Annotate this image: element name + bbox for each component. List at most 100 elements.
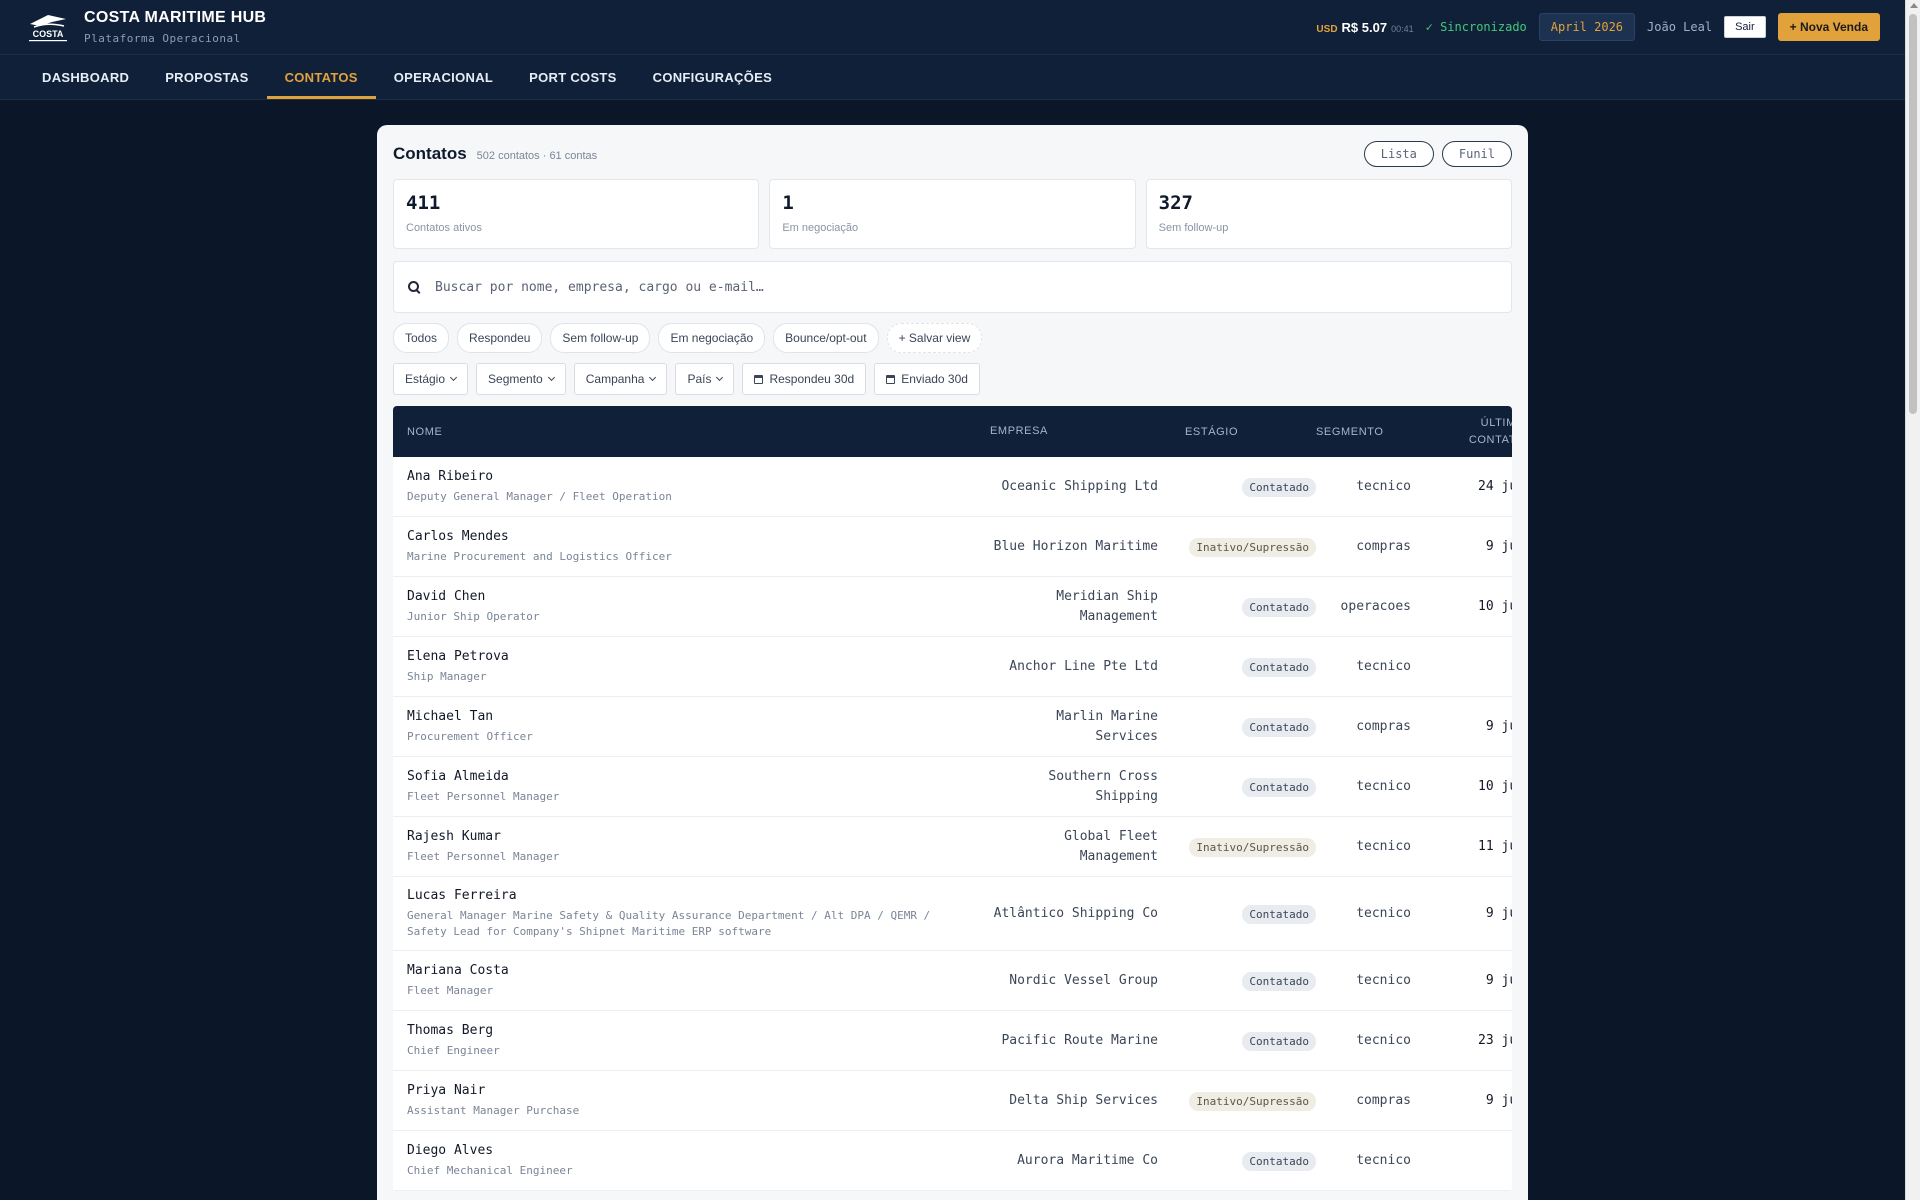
contact-segment: compras bbox=[1356, 539, 1411, 554]
stage-badge: Contatado bbox=[1242, 778, 1316, 797]
chip-em-negociacao[interactable]: Em negociação bbox=[658, 323, 766, 353]
contact-name[interactable]: Carlos Mendes bbox=[407, 529, 990, 544]
contact-company: Anchor Line Pte Ltd bbox=[1009, 658, 1158, 674]
contact-company: Delta Ship Services bbox=[1009, 1092, 1158, 1108]
stage-badge: Inativo/Supressão bbox=[1189, 538, 1316, 557]
column-header-stage[interactable]: ESTÁGIO bbox=[1158, 426, 1316, 438]
logout-button[interactable]: Sair bbox=[1724, 16, 1766, 38]
search-input[interactable] bbox=[435, 279, 1497, 295]
contact-name[interactable]: Lucas Ferreira bbox=[407, 888, 990, 903]
contact-name[interactable]: Sofia Almeida bbox=[407, 769, 990, 784]
filter-dropdowns: Estágio Segmento Campanha País Respondeu… bbox=[393, 363, 1512, 395]
contact-cell: Ana Ribeiro Deputy General Manager / Flee… bbox=[407, 469, 990, 505]
column-header-segment[interactable]: SEGMENTO bbox=[1316, 426, 1413, 438]
stat-in-negotiation: 1 Em negociação bbox=[769, 179, 1136, 249]
list-view-button[interactable]: Lista bbox=[1363, 141, 1434, 167]
table-row[interactable]: Diego Alves Chief Mechanical Engineer Auro… bbox=[393, 1131, 1512, 1191]
filter-respondeu-30d[interactable]: Respondeu 30d bbox=[742, 363, 867, 395]
table-row[interactable]: Lucas Ferreira General Manager Marine Saf… bbox=[393, 877, 1512, 951]
company-logo[interactable]: COSTA bbox=[26, 10, 70, 44]
new-sale-button[interactable]: + Nova Venda bbox=[1777, 13, 1880, 41]
contact-name[interactable]: Priya Nair bbox=[407, 1083, 990, 1098]
nav-configuracoes[interactable]: CONFIGURAÇÕES bbox=[635, 55, 790, 99]
last-contact: 9 jun bbox=[1485, 973, 1512, 988]
chip-sem-follow-up[interactable]: Sem follow-up bbox=[550, 323, 651, 353]
nav-port-costs[interactable]: PORT COSTS bbox=[511, 55, 635, 99]
table-row[interactable]: Mariana Costa Fleet Manager Nordic Vessel … bbox=[393, 951, 1512, 1011]
filter-enviado-30d[interactable]: Enviado 30d bbox=[874, 363, 980, 395]
chip-todos[interactable]: Todos bbox=[393, 323, 450, 353]
nav-propostas[interactable]: PROPOSTAS bbox=[147, 55, 266, 99]
contact-segment: operacoes bbox=[1340, 599, 1411, 614]
contact-cell: Mariana Costa Fleet Manager bbox=[407, 963, 990, 999]
stage-cell: Contatado bbox=[1158, 596, 1316, 617]
filter-label: Respondeu 30d bbox=[769, 372, 855, 386]
contact-company: Global Fleet Management bbox=[1064, 828, 1158, 864]
contact-role: Deputy General Manager / Fleet Operation bbox=[407, 489, 672, 503]
contact-cell: David Chen Junior Ship Operator bbox=[407, 589, 990, 625]
table-row[interactable]: Rajesh Kumar Fleet Personnel Manager Globa… bbox=[393, 817, 1512, 877]
contact-segment: tecnico bbox=[1356, 1033, 1411, 1048]
contact-name[interactable]: Thomas Berg bbox=[407, 1023, 990, 1038]
page-scrollbar[interactable] bbox=[1905, 0, 1920, 1200]
table-row[interactable]: Priya Nair Assistant Manager Purchase Delt… bbox=[393, 1071, 1512, 1131]
contact-name[interactable]: Elena Petrova bbox=[407, 649, 990, 664]
filter-label: Segmento bbox=[488, 372, 543, 386]
contact-role: Junior Ship Operator bbox=[407, 609, 540, 623]
chip-bounce-opt-out[interactable]: Bounce/opt-out bbox=[773, 323, 879, 353]
contact-name[interactable]: Michael Tan bbox=[407, 709, 990, 724]
table-row[interactable]: Michael Tan Procurement Officer Marlin Mar… bbox=[393, 697, 1512, 757]
filter-pais[interactable]: País bbox=[675, 363, 735, 395]
column-header-last-contact[interactable]: ÚLTIMO CONTATO bbox=[1413, 415, 1512, 449]
calendar-icon bbox=[754, 374, 764, 384]
contact-name[interactable]: Ana Ribeiro bbox=[407, 469, 990, 484]
page-title: Contatos bbox=[393, 144, 467, 163]
table-header: NOME EMPRESA ESTÁGIO SEGMENTO ÚLTIMO CONT… bbox=[393, 406, 1512, 457]
funnel-view-button[interactable]: Funil bbox=[1441, 141, 1512, 167]
nav-operacional[interactable]: OPERACIONAL bbox=[376, 55, 511, 99]
table-row[interactable]: Carlos Mendes Marine Procurement and Logi… bbox=[393, 517, 1512, 577]
filter-estagio[interactable]: Estágio bbox=[393, 363, 469, 395]
stage-badge: Contatado bbox=[1242, 1032, 1316, 1051]
stage-cell: Contatado bbox=[1158, 776, 1316, 797]
contact-segment: compras bbox=[1356, 719, 1411, 734]
contact-segment: tecnico bbox=[1356, 906, 1411, 921]
contact-cell: Michael Tan Procurement Officer bbox=[407, 709, 990, 745]
contact-name[interactable]: Rajesh Kumar bbox=[407, 829, 990, 844]
month-selector[interactable]: April 2026 bbox=[1538, 13, 1636, 41]
contact-company: Nordic Vessel Group bbox=[1009, 972, 1158, 988]
table-row[interactable]: Thomas Berg Chief Engineer Pacific Route M… bbox=[393, 1011, 1512, 1071]
stat-active-contacts: 411 Contatos ativos bbox=[393, 179, 760, 249]
stat-value: 411 bbox=[406, 192, 441, 214]
nav-contatos[interactable]: CONTATOS bbox=[266, 55, 376, 99]
last-contact: 10 jun bbox=[1478, 779, 1512, 794]
filter-label: País bbox=[687, 372, 712, 386]
contact-name[interactable]: David Chen bbox=[407, 589, 990, 604]
column-header-name[interactable]: NOME bbox=[407, 426, 990, 438]
table-row[interactable]: Ana Ribeiro Deputy General Manager / Flee… bbox=[393, 457, 1512, 517]
scroll-thumb[interactable] bbox=[1909, 14, 1917, 414]
table-row[interactable]: Elena Petrova Ship Manager Anchor Line Pte… bbox=[393, 637, 1512, 697]
stat-no-follow-up: 327 Sem follow-up bbox=[1145, 179, 1512, 249]
contact-name[interactable]: Mariana Costa bbox=[407, 963, 990, 978]
table-row[interactable]: David Chen Junior Ship Operator Meridian S… bbox=[393, 577, 1512, 637]
sync-status: ✓ Sincronizado bbox=[1425, 20, 1527, 34]
last-contact: 9 jun bbox=[1485, 719, 1512, 734]
column-header-company[interactable]: EMPRESA bbox=[990, 423, 1158, 440]
stage-cell: Contatado bbox=[1158, 476, 1316, 497]
filter-segmento[interactable]: Segmento bbox=[476, 363, 566, 395]
nav-dashboard[interactable]: DASHBOARD bbox=[24, 55, 147, 99]
chip-respondeu[interactable]: Respondeu bbox=[457, 323, 543, 353]
filter-campanha[interactable]: Campanha bbox=[573, 363, 668, 395]
table-row[interactable]: Sofia Almeida Fleet Personnel Manager Sout… bbox=[393, 757, 1512, 817]
last-contact: 9 jun bbox=[1485, 1093, 1512, 1108]
filter-label: Campanha bbox=[585, 372, 645, 386]
save-view-button[interactable]: + Salvar view bbox=[886, 323, 983, 353]
fx-currency: USD bbox=[1316, 23, 1338, 35]
stage-badge: Contatado bbox=[1242, 905, 1316, 924]
contacts-count: 502 contatos · 61 contas bbox=[476, 149, 598, 162]
contact-role: Fleet Personnel Manager bbox=[407, 789, 560, 803]
contact-name[interactable]: Diego Alves bbox=[407, 1143, 990, 1158]
scroll-up-arrow-icon[interactable] bbox=[1910, 3, 1918, 8]
stage-badge: Contatado bbox=[1242, 658, 1316, 677]
